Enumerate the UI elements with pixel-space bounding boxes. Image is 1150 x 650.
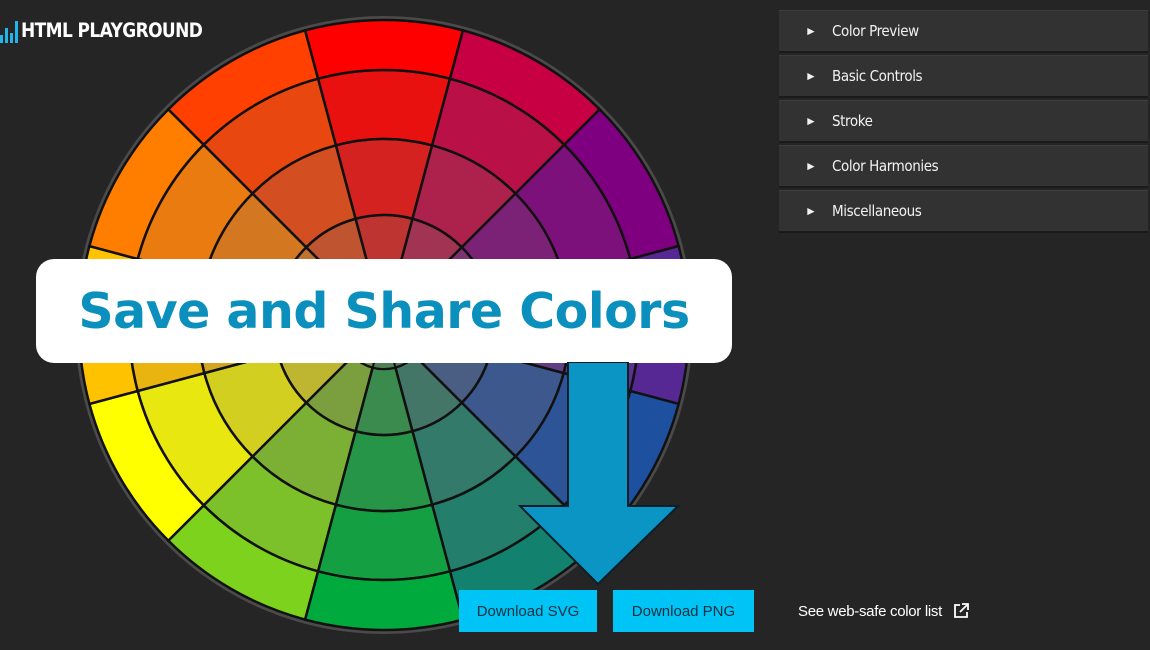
expand-arrow-icon: ►	[805, 204, 817, 218]
external-link-icon	[954, 603, 969, 618]
color-swatch[interactable]	[303, 18, 465, 81]
color-swatch[interactable]	[303, 569, 465, 632]
down-arrow-icon	[518, 362, 680, 586]
banner-title: Save and Share Colors	[78, 282, 690, 340]
settings-panel: ► Color Preview ► Basic Controls ► Strok…	[772, 0, 1150, 650]
expand-arrow-icon: ►	[805, 24, 817, 38]
accordion: ► Color Preview ► Basic Controls ► Strok…	[779, 10, 1148, 235]
logo: HTML PLAYGROUND	[0, 16, 203, 46]
color-swatch[interactable]	[316, 503, 452, 582]
websafe-link-label: See web-safe color list	[798, 602, 943, 620]
accordion-stroke[interactable]: ► Stroke	[779, 100, 1148, 143]
accordion-miscellaneous[interactable]: ► Miscellaneous	[779, 190, 1148, 233]
accordion-label: Color Preview	[832, 22, 919, 40]
accordion-color-preview[interactable]: ► Color Preview	[779, 10, 1148, 53]
accordion-label: Stroke	[832, 112, 873, 130]
accordion-basic-controls[interactable]: ► Basic Controls	[779, 55, 1148, 98]
download-svg-button[interactable]: Download SVG	[459, 590, 597, 632]
download-png-button[interactable]: Download PNG	[613, 590, 754, 632]
accordion-label: Color Harmonies	[832, 157, 939, 175]
expand-arrow-icon: ►	[805, 114, 817, 128]
logo-bars-icon	[0, 19, 18, 43]
logo-text: HTML PLAYGROUND	[21, 19, 203, 43]
promo-banner: Save and Share Colors	[36, 259, 732, 363]
websafe-color-link[interactable]: See web-safe color list	[798, 602, 970, 620]
expand-arrow-icon: ►	[805, 159, 817, 173]
color-swatch[interactable]	[316, 68, 452, 147]
accordion-color-harmonies[interactable]: ► Color Harmonies	[779, 145, 1148, 188]
expand-arrow-icon: ►	[805, 69, 817, 83]
accordion-label: Miscellaneous	[832, 202, 922, 220]
accordion-label: Basic Controls	[832, 67, 923, 85]
